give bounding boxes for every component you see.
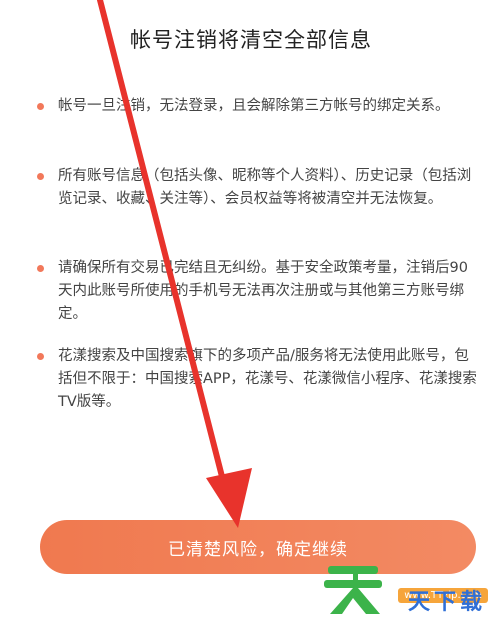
tianxia-logo-icon (324, 566, 382, 614)
list-item-text: 请确保所有交易已完结且无纠纷。基于安全政策考量，注销后90天内此账号所使用的手机… (58, 260, 468, 322)
list-item: 帐号一旦注销，无法登录，且会解除第三方帐号的绑定关系。 (30, 95, 450, 118)
list-item: 所有账号信息（包括头像、昵称等个人资料）、历史记录（包括浏览记录、收藏、关注等）… (30, 165, 480, 211)
list-item-text: 花漾搜索及中国搜索旗下的多项产品/服务将无法使用此账号，包括但不限于：中国搜索A… (58, 348, 477, 410)
page-title: 帐号注销将清空全部信息 (130, 28, 372, 52)
list-item-text: 帐号一旦注销，无法登录，且会解除第三方帐号的绑定关系。 (58, 98, 450, 114)
list-item: 花漾搜索及中国搜索旗下的多项产品/服务将无法使用此账号，包括但不限于：中国搜索A… (30, 345, 480, 414)
list-item: 请确保所有交易已完结且无纠纷。基于安全政策考量，注销后90天内此账号所使用的手机… (30, 257, 480, 326)
watermark: www.TTzip.com 天下载 (318, 544, 496, 622)
list-item-text: 所有账号信息（包括头像、昵称等个人资料）、历史记录（包括浏览记录、收藏、关注等）… (58, 168, 472, 207)
bullet-dot-icon (37, 173, 44, 180)
bullet-dot-icon (37, 353, 44, 360)
bullet-dot-icon (37, 265, 44, 272)
bullet-dot-icon (37, 103, 44, 110)
watermark-text: 天下载 (407, 590, 486, 615)
